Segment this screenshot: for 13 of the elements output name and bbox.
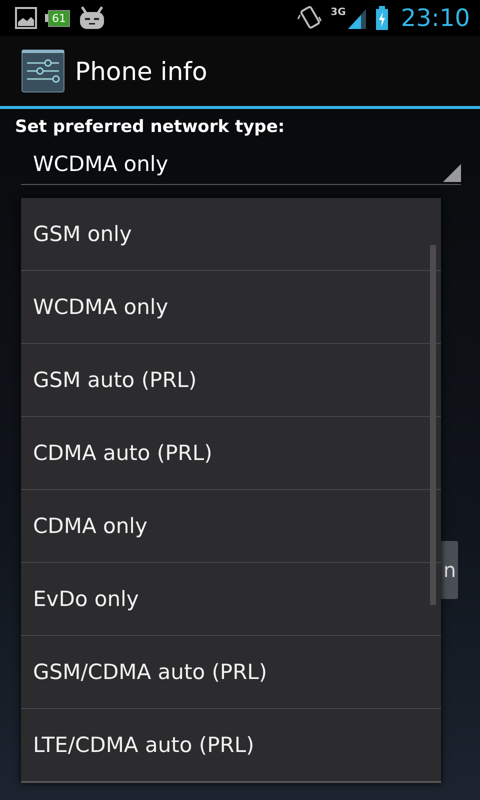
clock: 23:10 [400, 4, 470, 32]
charging-battery-icon [374, 6, 389, 30]
robot-head-icon [78, 6, 106, 30]
dropdown-option[interactable]: GSM only [21, 198, 441, 270]
picture-icon [15, 7, 37, 29]
screen-title: Phone info [75, 56, 208, 86]
battery-icon: 61 [45, 10, 70, 26]
dropdown-option[interactable]: LTE/CDMA auto (PRL) [21, 708, 441, 781]
dropdown-option[interactable]: GSM/CDMA auto (PRL) [21, 635, 441, 708]
field-label: Set preferred network type: [14, 117, 286, 137]
settings-sliders-icon [21, 49, 65, 93]
vibrate-icon [296, 5, 323, 31]
network-type-spinner[interactable]: WCDMA only [21, 143, 461, 185]
